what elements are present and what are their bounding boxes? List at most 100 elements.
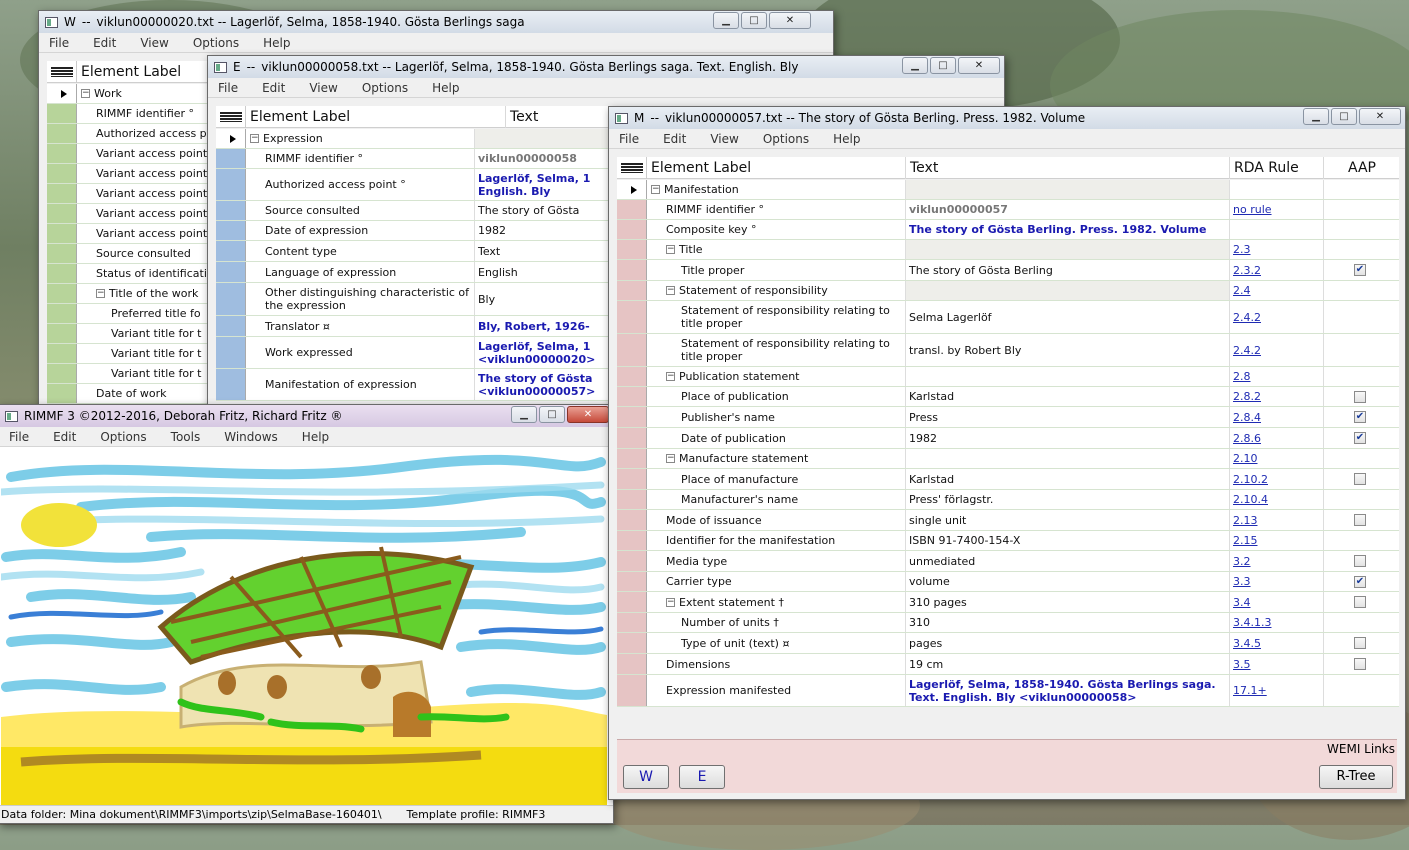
element-label-cell[interactable]: Manifestation of expression xyxy=(246,369,475,400)
table-row[interactable]: Translator ¤ Bly, Robert, 1926- xyxy=(216,316,616,337)
element-label-cell[interactable]: Publisher's name xyxy=(647,407,906,427)
collapse-toggle-icon[interactable]: − xyxy=(666,286,675,295)
menu-help[interactable]: Help xyxy=(253,36,304,50)
aap-checkbox[interactable] xyxy=(1354,596,1366,608)
element-label-cell[interactable]: − Title of the work xyxy=(77,284,217,303)
table-row[interactable]: Variant access point xyxy=(47,204,217,224)
table-row[interactable]: Variant access point xyxy=(47,184,217,204)
grid-menu-icon[interactable] xyxy=(617,156,647,179)
text-cell[interactable]: transl. by Robert Bly xyxy=(906,334,1230,366)
grid-menu-icon[interactable] xyxy=(47,60,77,83)
rda-rule-link[interactable]: 2.4.2 xyxy=(1233,344,1261,357)
element-label-cell[interactable]: − Work xyxy=(77,84,217,103)
row-selector[interactable] xyxy=(617,240,647,259)
column-header-element-label[interactable]: Element Label xyxy=(246,105,506,128)
r-tree-button[interactable]: R-Tree xyxy=(1319,765,1393,789)
table-row[interactable]: Source consulted The story of Gösta xyxy=(216,201,616,221)
close-icon[interactable]: ✕ xyxy=(1359,108,1401,125)
row-selector[interactable] xyxy=(617,281,647,300)
table-row[interactable]: Date of publication 1982 2.8.6 ✔ xyxy=(617,428,1399,449)
aap-checkbox[interactable]: ✔ xyxy=(1354,264,1366,276)
menu-help[interactable]: Help xyxy=(292,430,343,444)
rda-rule-link[interactable]: 17.1+ xyxy=(1233,684,1267,697)
row-selector[interactable] xyxy=(216,149,246,168)
aap-checkbox[interactable] xyxy=(1354,637,1366,649)
maximize-icon[interactable]: □ xyxy=(1331,108,1357,125)
element-label-cell[interactable]: Variant access point xyxy=(77,224,217,243)
menu-file[interactable]: File xyxy=(609,132,653,146)
menu-options[interactable]: Options xyxy=(183,36,253,50)
text-cell[interactable]: pages xyxy=(906,633,1230,653)
element-label-cell[interactable]: Variant access point xyxy=(77,184,217,203)
table-row[interactable]: RIMMF identifier ° viklun00000057 no rule xyxy=(617,200,1399,220)
text-cell[interactable]: Lagerlöf, Selma, 1858-1940. Gösta Berlin… xyxy=(906,675,1230,706)
element-label-cell[interactable]: Date of publication xyxy=(647,428,906,448)
row-selector[interactable] xyxy=(47,304,77,323)
row-selector[interactable] xyxy=(216,262,246,282)
row-selector[interactable] xyxy=(47,344,77,363)
text-cell[interactable]: Bly, Robert, 1926- xyxy=(475,316,615,336)
rda-rule-link[interactable]: no rule xyxy=(1233,203,1272,216)
text-cell[interactable]: 1982 xyxy=(906,428,1230,448)
element-label-cell[interactable]: Place of manufacture xyxy=(647,469,906,489)
rda-rule-link[interactable]: 2.13 xyxy=(1233,514,1258,527)
element-label-cell[interactable]: Mode of issuance xyxy=(647,510,906,530)
text-cell[interactable]: viklun00000057 xyxy=(906,200,1230,219)
element-label-cell[interactable]: Language of expression xyxy=(246,262,475,282)
collapse-toggle-icon[interactable]: − xyxy=(666,245,675,254)
text-cell[interactable]: 310 pages xyxy=(906,592,1230,612)
row-selector[interactable] xyxy=(617,490,647,509)
table-row[interactable]: Authorized access p xyxy=(47,124,217,144)
table-row[interactable]: Preferred title fo xyxy=(47,304,217,324)
element-label-cell[interactable]: − Statement of responsibility xyxy=(647,281,906,300)
row-selector[interactable] xyxy=(617,675,647,706)
menu-view[interactable]: View xyxy=(700,132,752,146)
rda-rule-link[interactable]: 2.4 xyxy=(1233,284,1251,297)
element-label-cell[interactable]: Other distinguishing characteristic of t… xyxy=(246,283,475,315)
collapse-toggle-icon[interactable]: − xyxy=(666,454,675,463)
aap-checkbox[interactable] xyxy=(1354,473,1366,485)
row-selector[interactable] xyxy=(47,184,77,203)
text-cell[interactable]: 19 cm xyxy=(906,654,1230,674)
text-cell[interactable]: Lagerlöf, Selma, 1 <viklun00000020> xyxy=(475,337,615,368)
element-label-cell[interactable]: − Title xyxy=(647,240,906,259)
table-row[interactable]: Variant access point xyxy=(47,164,217,184)
text-cell[interactable]: Karlstad xyxy=(906,387,1230,406)
row-selector[interactable] xyxy=(617,180,647,199)
table-row[interactable]: Mode of issuance single unit 2.13 xyxy=(617,510,1399,531)
element-label-cell[interactable]: Variant title for t xyxy=(77,364,217,383)
table-row[interactable]: Manifestation of expression The story of … xyxy=(216,369,616,401)
row-selector[interactable] xyxy=(47,264,77,283)
row-selector[interactable] xyxy=(216,221,246,240)
collapse-toggle-icon[interactable]: − xyxy=(666,597,675,607)
aap-checkbox[interactable] xyxy=(1354,514,1366,526)
row-selector[interactable] xyxy=(617,592,647,612)
table-row[interactable]: Title proper The story of Gösta Berling 2.… xyxy=(617,260,1399,281)
row-selector[interactable] xyxy=(617,334,647,366)
element-label-cell[interactable]: Media type xyxy=(647,551,906,571)
element-label-cell[interactable]: Variant access point xyxy=(77,164,217,183)
table-row[interactable]: RIMMF identifier ° viklun00000058 xyxy=(216,149,616,169)
row-selector[interactable] xyxy=(617,367,647,386)
text-cell[interactable]: unmediated xyxy=(906,551,1230,571)
table-row[interactable]: − Title of the work xyxy=(47,284,217,304)
collapse-toggle-icon[interactable]: − xyxy=(250,134,259,143)
row-selector[interactable] xyxy=(47,284,77,303)
table-row[interactable]: − Expression xyxy=(216,129,616,149)
maximize-icon[interactable]: □ xyxy=(741,12,767,29)
aap-checkbox[interactable]: ✔ xyxy=(1354,432,1366,444)
table-row[interactable]: Date of work xyxy=(47,384,217,404)
table-row[interactable]: RIMMF identifier ° xyxy=(47,104,217,124)
text-cell[interactable]: English xyxy=(475,262,615,282)
close-icon[interactable]: ✕ xyxy=(958,57,1000,74)
menu-edit[interactable]: Edit xyxy=(653,132,700,146)
row-selector[interactable] xyxy=(617,407,647,427)
element-label-cell[interactable]: Type of unit (text) ¤ xyxy=(647,633,906,653)
row-selector[interactable] xyxy=(617,301,647,333)
table-row[interactable]: − Statement of responsibility 2.4 xyxy=(617,281,1399,301)
element-label-cell[interactable]: Variant title for t xyxy=(77,344,217,363)
row-selector[interactable] xyxy=(617,449,647,468)
collapse-toggle-icon[interactable]: − xyxy=(666,372,675,381)
element-label-cell[interactable]: Source consulted xyxy=(246,201,475,220)
menu-options[interactable]: Options xyxy=(90,430,160,444)
